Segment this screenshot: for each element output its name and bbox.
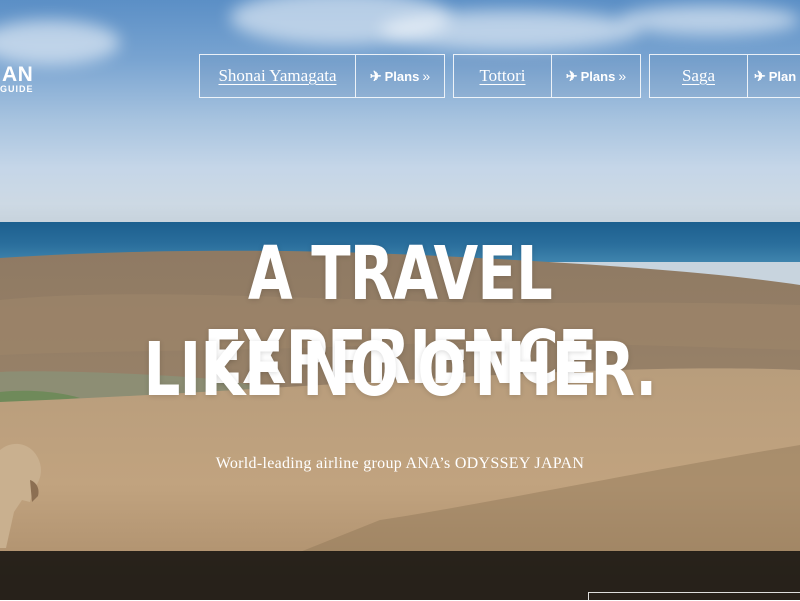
hero-subheading: World-leading airline group ANA’s ODYSSE… xyxy=(215,455,585,472)
plane-icon: ✈ xyxy=(754,67,766,84)
hero-headline-line2: LIKE NO OTHER. xyxy=(143,327,657,413)
plane-icon: ✈ xyxy=(369,67,382,84)
destination-saga: Saga ✈ Plan xyxy=(649,54,800,98)
double-chevron-icon: » xyxy=(618,68,627,84)
destination-shonai-yamagata: Shonai Yamagata ✈ Plans » xyxy=(199,54,445,98)
double-chevron-icon: » xyxy=(422,68,431,84)
destination-tottori: Tottori ✈ Plans » xyxy=(453,54,641,98)
plane-icon: ✈ xyxy=(565,67,578,84)
plans-button[interactable]: ✈ Plans » xyxy=(552,55,640,97)
destination-link[interactable]: Tottori xyxy=(454,55,552,97)
plans-label: Plans xyxy=(580,68,616,84)
destination-link[interactable]: Shonai Yamagata xyxy=(200,55,356,97)
plans-label: Plans xyxy=(384,68,420,84)
logo-subtext: GUIDE xyxy=(0,84,34,94)
plans-button[interactable]: ✈ Plans » xyxy=(356,55,444,97)
plans-label: Plan xyxy=(768,68,797,84)
plans-button[interactable]: ✈ Plan xyxy=(748,55,800,97)
site-logo[interactable]: AN GUIDE xyxy=(0,63,34,94)
destination-link[interactable]: Saga xyxy=(650,55,748,97)
